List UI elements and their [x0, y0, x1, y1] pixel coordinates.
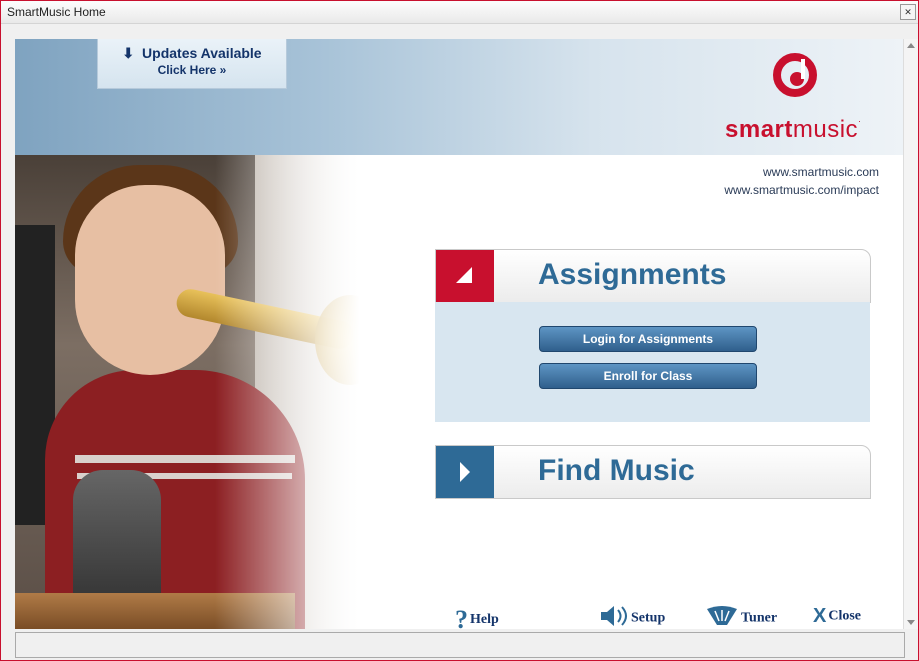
brand-smart: smart — [725, 116, 793, 143]
close-button[interactable]: X Close — [813, 605, 861, 628]
assignments-corner-icon — [436, 250, 494, 302]
window-close-icon[interactable]: ✕ — [900, 4, 916, 20]
header-banner: ⬇ Updates Available Click Here » smartmu… — [15, 39, 903, 155]
updates-available-button[interactable]: ⬇ Updates Available Click Here » — [97, 39, 287, 89]
assignments-title: Assignments — [538, 258, 727, 291]
setup-label: Setup — [631, 610, 666, 626]
brand-wordmark: smartmusic· — [725, 116, 862, 143]
question-mark-icon: ? — [455, 605, 468, 629]
find-music-arrow-icon — [436, 446, 494, 498]
tuner-icon — [705, 605, 739, 629]
home-content: ⬇ Updates Available Click Here » smartmu… — [15, 39, 903, 629]
assignments-tab[interactable]: Assignments — [435, 249, 871, 303]
speaker-icon — [599, 605, 629, 629]
scroll-up-icon[interactable] — [907, 43, 915, 48]
smartmusic-logo-icon — [773, 53, 817, 97]
window-title: SmartMusic Home — [7, 5, 106, 19]
enroll-for-class-button[interactable]: Enroll for Class — [539, 363, 757, 389]
status-bar — [15, 632, 905, 658]
brand-music: music — [792, 116, 859, 143]
find-music-tab[interactable]: Find Music — [435, 445, 871, 499]
close-x-icon: X — [813, 605, 827, 627]
updates-line1: Updates Available — [142, 45, 262, 61]
help-button[interactable]: ? Help — [455, 605, 499, 629]
tuner-button[interactable]: Tuner — [705, 605, 777, 629]
login-for-assignments-button[interactable]: Login for Assignments — [539, 326, 757, 352]
bottom-toolbar: ? Help Setup Tuner X Close — [15, 599, 903, 629]
assignments-panel: Login for Assignments Enroll for Class — [435, 302, 870, 422]
student-trumpet-photo — [15, 155, 385, 629]
link-smartmusic-impact[interactable]: www.smartmusic.com/impact — [724, 181, 879, 199]
updates-line2: Click Here » — [157, 63, 227, 77]
close-label: Close — [828, 608, 862, 624]
download-arrow-icon: ⬇ — [122, 45, 135, 61]
smartmusic-window: SmartMusic Home ✕ ⬇ Updates Available Cl… — [0, 0, 919, 661]
title-bar: SmartMusic Home ✕ — [1, 1, 918, 24]
website-links: www.smartmusic.com www.smartmusic.com/im… — [724, 163, 879, 199]
tuner-label: Tuner — [741, 610, 778, 626]
find-music-title: Find Music — [538, 454, 695, 487]
vertical-scrollbar[interactable] — [903, 39, 918, 629]
scroll-down-icon[interactable] — [907, 620, 915, 625]
link-smartmusic[interactable]: www.smartmusic.com — [724, 163, 879, 181]
setup-button[interactable]: Setup — [599, 605, 665, 629]
help-label: Help — [470, 612, 499, 628]
